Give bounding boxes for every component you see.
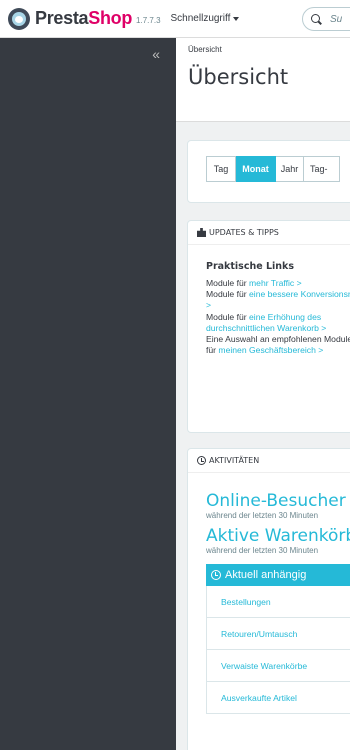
pending-item-abandoned-carts[interactable]: Verwaiste Warenkörbe — [206, 650, 350, 682]
link-more-traffic[interactable]: mehr Traffic > — [249, 278, 302, 288]
period-button-group: Tag Monat Jahr Tag- — [206, 156, 340, 182]
period-panel: Tag Monat Jahr Tag- — [187, 140, 350, 203]
pending-item-out-of-stock[interactable]: Ausverkaufte Artikel — [206, 682, 350, 714]
logo-text-shop: Shop — [88, 8, 133, 28]
prestashop-logo-icon — [8, 7, 30, 30]
prestashop-logo[interactable]: PrestaShop — [0, 7, 133, 30]
sidebar: « — [0, 38, 176, 750]
updates-heading: UPDATES & TIPPS — [188, 221, 350, 245]
active-carts-subtitle: während der letzten 30 Minuten — [206, 546, 319, 555]
page-header: Übersicht Übersicht — [176, 38, 350, 122]
practical-links-list: Module für mehr Traffic > Module für ein… — [206, 278, 350, 356]
updates-panel: UPDATES & TIPPS Praktische Links Module … — [187, 220, 350, 433]
top-bar: PrestaShop 1.7.7.3 Schnellzugriff Su — [0, 0, 350, 38]
pending-header: Aktuell anhängig — [206, 564, 350, 586]
pending-header-label: Aktuell anhängig — [225, 569, 307, 581]
online-visitors-title[interactable]: Online-Besucher — [206, 491, 350, 511]
activity-heading-label: AKTIVITÄTEN — [209, 456, 260, 465]
puzzle-icon — [197, 228, 206, 237]
search-input[interactable]: Su — [302, 7, 350, 31]
search-icon — [311, 13, 322, 25]
quick-access-label: Schnellzugriff — [170, 13, 231, 24]
collapse-sidebar-icon[interactable]: « — [152, 46, 160, 62]
link-line-business: Eine Auswahl an empfohlenen Modulen für … — [206, 334, 350, 356]
activity-panel: AKTIVITÄTEN Online-Besucher während der … — [187, 448, 350, 750]
clock-icon — [197, 456, 206, 465]
breadcrumb[interactable]: Übersicht — [188, 45, 222, 54]
link-line-cart: Module für eine Erhöhung des durchschnit… — [206, 311, 327, 333]
practical-links-title: Praktische Links — [206, 261, 295, 272]
version-label: 1.7.7.3 — [136, 16, 161, 25]
quick-access-dropdown[interactable]: Schnellzugriff — [171, 13, 240, 24]
link-line-traffic: Module für mehr Traffic > — [206, 278, 302, 288]
pending-item-returns[interactable]: Retouren/Umtausch — [206, 618, 350, 650]
logo-text-presta: Presta — [35, 8, 89, 28]
caret-down-icon — [233, 16, 240, 21]
page-title: Übersicht — [188, 65, 289, 89]
pending-item-orders[interactable]: Bestellungen — [206, 586, 350, 618]
period-year-button[interactable]: Jahr — [276, 156, 304, 182]
period-day-button[interactable]: Tag — [206, 156, 236, 182]
period-month-button[interactable]: Monat — [236, 156, 276, 182]
period-day-minus-button[interactable]: Tag- — [304, 156, 340, 182]
online-visitors-subtitle: während der letzten 30 Minuten — [206, 511, 319, 520]
clock-icon — [211, 570, 221, 580]
link-my-business[interactable]: meinen Geschäftsbereich > — [218, 345, 323, 355]
link-line-conversion: Module für eine bessere Konversionsrate … — [206, 289, 350, 311]
search-placeholder: Su — [330, 13, 343, 25]
active-carts-title[interactable]: Aktive Warenkörbe — [206, 526, 350, 546]
activity-heading: AKTIVITÄTEN — [188, 449, 350, 473]
updates-heading-label: UPDATES & TIPPS — [209, 228, 279, 237]
